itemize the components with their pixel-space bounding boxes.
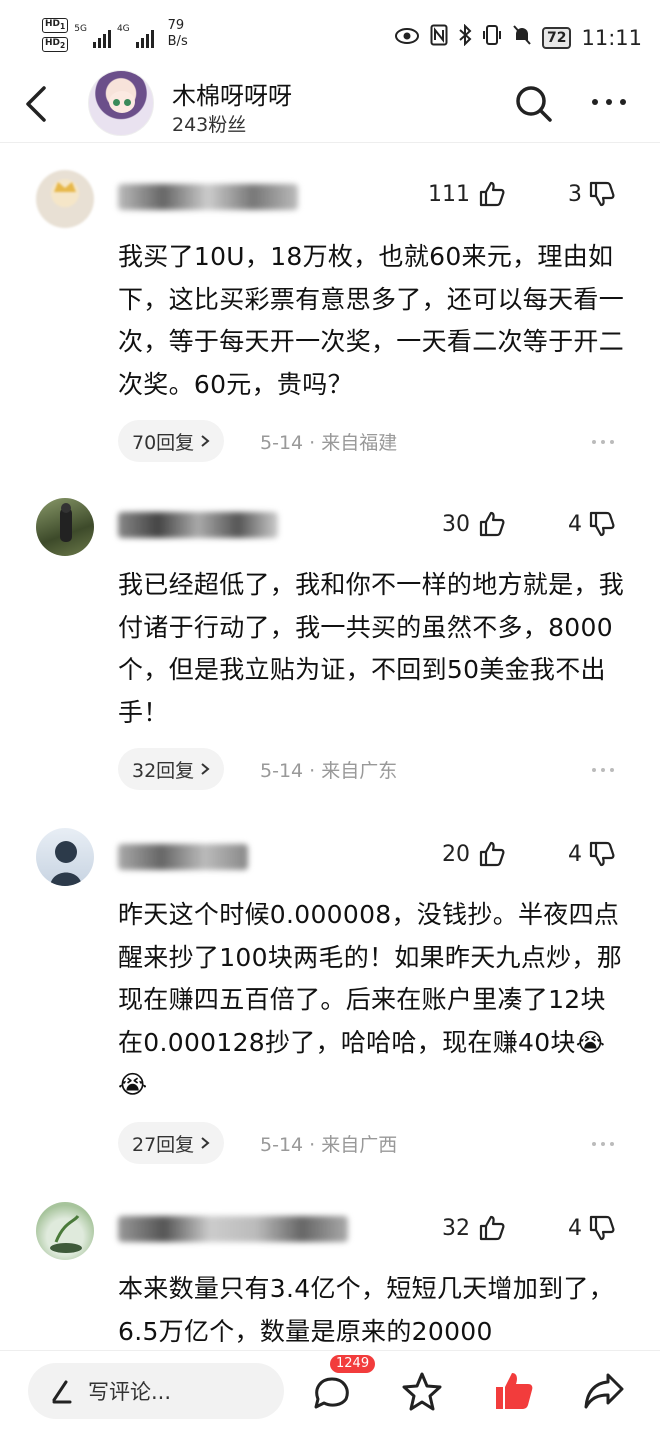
- comment-more-button[interactable]: [592, 1142, 614, 1146]
- favorite-button[interactable]: [400, 1369, 444, 1413]
- comment-text: 昨天这个时候0.000008，没钱抄。半夜四点醒来抄了100块两毛的！如果昨天九…: [118, 900, 623, 1099]
- header-divider: [0, 142, 660, 143]
- comment-meta: 5-14 · 来自福建: [260, 432, 398, 454]
- fans-count: 243粉丝: [172, 114, 247, 136]
- dislike-count: 4: [568, 511, 582, 537]
- chevron-right-icon: [201, 1137, 210, 1149]
- comment-input-placeholder: 写评论...: [88, 1380, 172, 1404]
- network-type-1: 5G: [74, 24, 87, 34]
- vibrate-icon: [482, 24, 502, 51]
- more-dots-icon: [592, 99, 598, 105]
- search-icon: [516, 86, 552, 122]
- dislike-button[interactable]: 3: [568, 180, 616, 208]
- thumbs-down-icon: [589, 181, 615, 207]
- comments-button[interactable]: [310, 1369, 354, 1413]
- back-arrow-icon: [26, 86, 46, 122]
- hd2-indicator: HD2: [42, 36, 69, 52]
- like-button[interactable]: 111: [428, 180, 506, 208]
- user-name[interactable]: 木棉呀呀呀: [172, 76, 292, 111]
- network-type-2: 4G: [116, 24, 130, 34]
- like-count: 111: [428, 181, 470, 207]
- share-arrow-icon: [584, 1373, 624, 1409]
- thumbs-up-icon: [479, 511, 505, 537]
- comment-input[interactable]: 写评论...: [28, 1363, 284, 1419]
- signal-icon-2: [135, 24, 154, 48]
- thumbs-up-icon: [479, 841, 505, 867]
- search-button[interactable]: [514, 84, 554, 124]
- comment-item: 32 4 本来数量只有3.4亿个，短短几天增加到了，6.5万亿个，数量是原来的2…: [0, 1202, 660, 1350]
- status-left: HD1 HD2 5G 4G 79 B/s: [42, 18, 188, 52]
- like-count: 30: [442, 511, 470, 537]
- commenter-avatar[interactable]: [36, 1202, 94, 1260]
- status-bar: HD1 HD2 5G 4G 79 B/s 72 11:11: [0, 0, 660, 70]
- comment-more-button[interactable]: [592, 440, 614, 444]
- comment-more-button[interactable]: [592, 768, 614, 772]
- dislike-count: 4: [568, 841, 582, 867]
- thumbs-up-icon: [479, 181, 505, 207]
- like-button[interactable]: 32: [442, 1214, 506, 1242]
- signal-icon-1: [92, 24, 111, 48]
- like-count: 32: [442, 1215, 470, 1241]
- star-icon: [402, 1372, 442, 1411]
- avatar[interactable]: [88, 70, 154, 136]
- status-right: 72 11:11: [394, 23, 642, 51]
- commenter-name-blurred[interactable]: [118, 844, 248, 870]
- reply-count-button[interactable]: 70回复: [118, 420, 225, 462]
- commenter-name-blurred[interactable]: [118, 1216, 348, 1242]
- eye-icon: [394, 26, 420, 50]
- reply-count-button[interactable]: 27回复: [118, 1122, 225, 1164]
- commenter-name-blurred[interactable]: [118, 512, 278, 538]
- thumbs-down-icon: [589, 841, 615, 867]
- chevron-right-icon: [201, 763, 210, 775]
- comment-meta: 5-14 · 来自广西: [260, 1134, 398, 1156]
- comment-count-badge: 1249: [330, 1355, 376, 1373]
- battery-indicator: 72: [541, 26, 572, 49]
- comment-meta: 5-14 · 来自广东: [260, 760, 398, 782]
- hd1-indicator: HD1: [42, 18, 69, 33]
- dislike-count: 4: [568, 1215, 582, 1241]
- dislike-button[interactable]: 4: [568, 840, 616, 868]
- back-button[interactable]: [18, 82, 54, 126]
- bluetooth-icon: [458, 23, 472, 51]
- thumbs-up-filled-icon: [496, 1373, 533, 1409]
- network-speed: 79 B/s: [167, 18, 188, 49]
- bottom-action-bar: 写评论... 1249: [0, 1350, 660, 1430]
- pen-icon: [52, 1380, 72, 1404]
- comment-text: 我已经超低了，我和你不一样的地方就是，我付诸于行动了，我一共买的虽然不多，800…: [118, 570, 625, 727]
- like-article-button[interactable]: [492, 1369, 536, 1413]
- commenter-avatar[interactable]: [36, 498, 94, 556]
- profile-header: 木棉呀呀呀 243粉丝: [0, 70, 660, 142]
- comment-bubble-icon: [314, 1377, 349, 1409]
- thumbs-down-icon: [589, 1215, 615, 1241]
- commenter-avatar[interactable]: [36, 828, 94, 886]
- comment-text: 我买了10U，18万枚，也就60来元，理由如下，这比买彩票有意思多了，还可以每天…: [118, 242, 625, 399]
- dislike-button[interactable]: 4: [568, 1214, 616, 1242]
- thumbs-up-icon: [479, 1215, 505, 1241]
- clock: 11:11: [581, 25, 642, 50]
- commenter-name-blurred[interactable]: [118, 184, 298, 210]
- mute-bell-icon: [512, 24, 532, 51]
- commenter-avatar[interactable]: [36, 170, 94, 228]
- like-button[interactable]: 30: [442, 510, 506, 538]
- dislike-count: 3: [568, 181, 582, 207]
- more-button[interactable]: [592, 92, 636, 112]
- like-button[interactable]: 20: [442, 840, 506, 868]
- nfc-icon: [430, 24, 448, 51]
- chevron-right-icon: [201, 435, 210, 447]
- thumbs-down-icon: [589, 511, 615, 537]
- dislike-button[interactable]: 4: [568, 510, 616, 538]
- share-button[interactable]: [582, 1369, 626, 1413]
- reply-count-button[interactable]: 32回复: [118, 748, 225, 790]
- comment-text: 本来数量只有3.4亿个，短短几天增加到了，6.5万亿个，数量是原来的20000: [118, 1274, 615, 1346]
- like-count: 20: [442, 841, 470, 867]
